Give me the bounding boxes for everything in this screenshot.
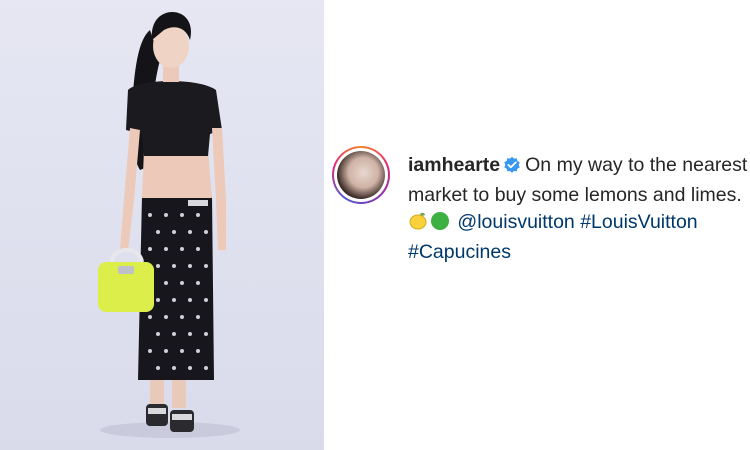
- hashtag-link[interactable]: #Capucines: [408, 241, 511, 263]
- avatar-image: [337, 151, 385, 199]
- verified-badge-icon: [503, 155, 521, 182]
- green-circle-emoji-icon: [430, 211, 450, 239]
- post-caption: iamhearte On my way to the nearest market…: [408, 152, 748, 266]
- lemon-emoji-icon: [408, 211, 428, 239]
- model-illustration: [98, 12, 240, 438]
- avatar[interactable]: [332, 146, 390, 204]
- hashtag-link[interactable]: #LouisVuitton: [580, 211, 697, 233]
- post-photo: [0, 0, 324, 450]
- username-link[interactable]: iamhearte: [408, 154, 500, 176]
- avatar-ring: [334, 148, 388, 202]
- mention-link[interactable]: @louisvuitton: [457, 211, 574, 233]
